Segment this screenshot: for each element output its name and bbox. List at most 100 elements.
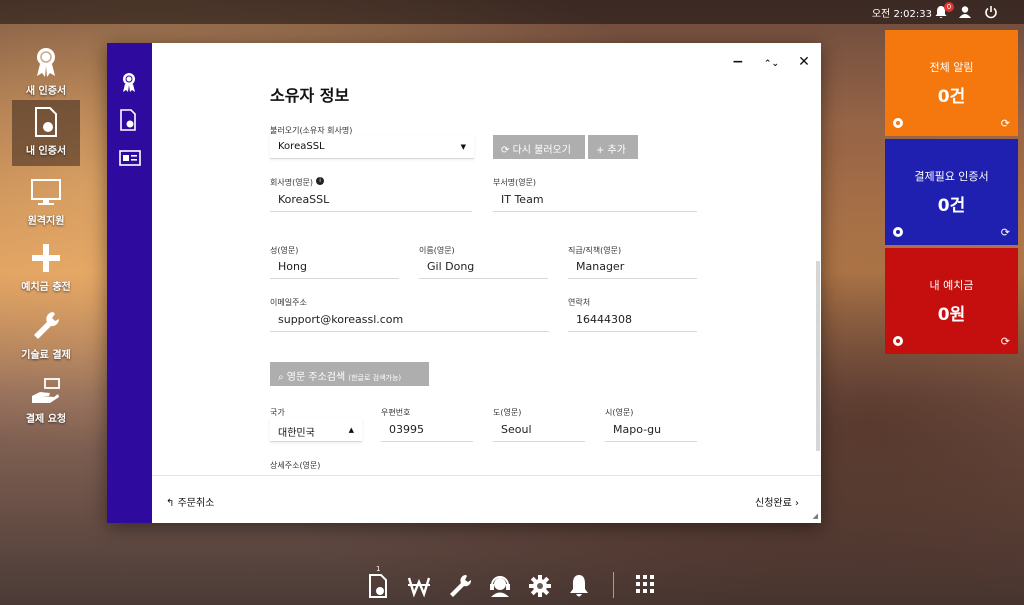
add-button[interactable]: + 추가 [588,135,638,159]
desktop-icon-label: 내 인증서 [25,146,67,157]
desktop-icon-new-cert[interactable]: 새 인증서 [12,40,80,100]
refresh-icon[interactable]: ⟳ [1001,226,1010,239]
window-footer: ↰ 주문취소 신청완료 › ◢ [152,475,821,523]
cancel-order-button[interactable]: ↰ 주문취소 [166,494,214,509]
refresh-icon[interactable]: ⟳ [1001,117,1010,130]
window-sidebar [107,43,152,523]
reload-button-label: 다시 불러오기 [512,145,571,156]
tile-label: 내 예치금 [929,279,974,292]
tile-all-alerts[interactable]: 전체 알림 0건 ⟳ [885,30,1018,136]
city-label: 시(영문) [605,408,634,417]
tile-payment-needed[interactable]: 결제필요 인증서 0건 ⟳ [885,139,1018,245]
taskbar-support[interactable] [488,574,512,598]
gear-icon [529,575,551,597]
desktop-icon-label: 예치금 충전 [21,282,71,293]
zip-label: 우편번호 [381,408,411,417]
submit-button[interactable]: 신청완료 › [755,494,799,509]
ring-icon [893,118,903,128]
city-field[interactable]: Mapo-gu [605,418,697,442]
tile-value: 0건 [937,87,966,107]
tile-label: 전체 알림 [929,61,974,74]
province-label: 도(영문) [493,408,522,417]
owner-info-window: − ⌃⌄ ✕ 소유자 정보 불러오기(소유자 회사명) KoreaSSL ▼ ⟳… [107,43,821,523]
taskbar: 1 [367,565,667,604]
country-select[interactable]: 대한민국 ▲ [270,418,362,442]
reload-button[interactable]: ⟳ 다시 불러오기 [493,135,585,159]
certificate-icon[interactable] [119,109,141,131]
top-bar: 오전 2:02:33 0 [0,0,1024,24]
last-name-field[interactable]: Hong [270,255,399,279]
taskbar-billing[interactable] [407,574,431,598]
monitor-icon [31,179,61,205]
payment-hand-icon [32,378,60,403]
ribbon-icon [37,48,55,77]
refresh-icon: ⟳ [501,145,510,156]
desktop-icon-label: 결제 요청 [25,414,67,425]
bell-icon[interactable]: 0 [934,2,954,20]
chevron-right-icon: › [795,498,799,509]
taskbar-apps[interactable] [635,574,659,598]
first-name-field[interactable]: Gil Dong [419,255,548,279]
search-icon: ⌕ [278,372,284,383]
power-icon[interactable] [984,4,1000,20]
plus-icon [32,244,60,272]
company-field[interactable]: KoreaSSL [270,188,472,212]
dept-field[interactable]: IT Team [493,188,697,212]
ring-icon [893,227,903,237]
notification-badge: 0 [944,2,954,12]
desktop-icon-my-cert[interactable]: 내 인증서 [12,100,80,166]
won-icon [407,577,431,598]
id-card-icon[interactable] [119,149,141,171]
desktop-icon-label: 새 인증서 [25,86,67,97]
tile-my-deposit[interactable]: 내 예치금 0원 ⟳ [885,248,1018,354]
user-icon[interactable] [958,4,974,20]
owner-company-select[interactable]: KoreaSSL ▼ [270,135,474,159]
tile-value: 0건 [937,196,966,216]
taskbar-certificate[interactable]: 1 [367,565,391,598]
phone-field[interactable]: 16444308 [568,308,697,332]
email-label: 이메일주소 [270,298,307,307]
desktop-icon-tech-fee[interactable]: 기술료 결제 [12,304,80,364]
desktop-icon-label: 기술료 결제 [21,350,71,361]
address-search-label: 영문 주소검색 [286,372,346,383]
province-field[interactable]: Seoul [493,418,585,442]
country-label: 국가 [270,408,285,417]
phone-label: 연락처 [568,298,591,307]
taskbar-notifications[interactable] [568,574,592,598]
submit-label: 신청완료 [755,498,792,509]
headset-icon [490,576,510,597]
desktop-icon-remote[interactable]: 원격지원 [12,172,80,232]
ribbon-icon[interactable] [119,71,141,93]
email-field[interactable]: support@koreassl.com [270,308,549,332]
clock: 오전 2:02:33 [871,9,932,20]
resize-handle-icon[interactable]: ◢ [813,512,818,520]
wrench-icon [34,312,60,339]
address-search-hint: (한글로 검색가능) [348,374,402,382]
taskbar-tools[interactable] [448,574,472,598]
apps-grid-icon [636,575,654,593]
info-icon[interactable]: i [316,177,325,185]
owner-company-selected: KoreaSSL [278,141,325,152]
address-search-button[interactable]: ⌕ 영문 주소검색 (한글로 검색가능) [270,362,429,386]
taskbar-settings[interactable] [528,574,552,598]
tile-label: 결제필요 인증서 [914,170,989,183]
scrollbar[interactable] [816,261,820,451]
certificate-icon [369,574,387,598]
desktop-icon-deposit[interactable]: 예치금 충전 [12,236,80,296]
page-title: 소유자 정보 [270,86,350,105]
desktop-icon-payment-request[interactable]: 결제 요청 [12,370,80,430]
company-label-text: 회사명(영문) [270,178,314,187]
refresh-icon[interactable]: ⟳ [1001,335,1010,348]
chevron-up-icon: ▲ [348,426,354,434]
bell-icon [570,575,588,597]
company-label: 회사명(영문) i [270,177,325,188]
desktop-icon-label: 원격지원 [27,216,65,227]
add-button-label: + 추가 [596,145,626,156]
back-arrow-icon: ↰ [166,498,175,509]
zip-field[interactable]: 03995 [381,418,473,442]
wrench-icon [450,574,472,597]
job-title-field[interactable]: Manager [568,255,697,279]
detail-address-label: 상세주소(영문) [270,461,321,470]
dept-label: 부서명(영문) [493,178,537,187]
chevron-down-icon: ▼ [460,143,466,151]
